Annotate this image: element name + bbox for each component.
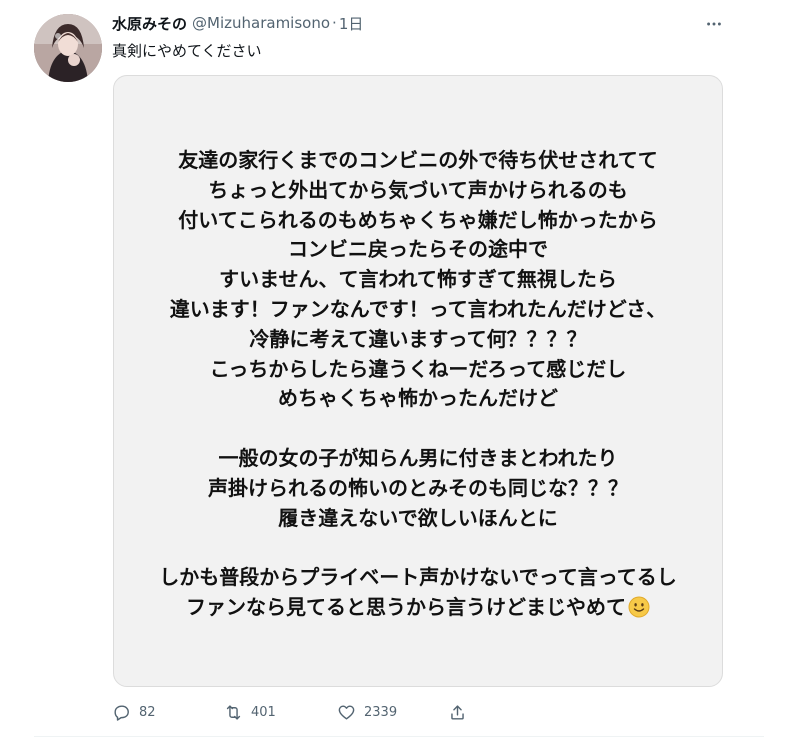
retweet-count: 401 [251, 704, 276, 720]
tweet-media-image[interactable]: 友達の家行くまでのコンビニの外で待ち伏せされてて ちょっと外出てから気づいて声かけ… [113, 75, 723, 687]
media-text-line: しかも普段からプライベート声かけないでって言ってるし [159, 565, 677, 590]
like-button[interactable]: 2339 [337, 700, 397, 724]
tweet-actions: 82 401 2339 [112, 700, 632, 724]
retweet-icon [224, 703, 243, 722]
share-icon [448, 703, 467, 722]
media-text-line: ちょっと外出てから気づいて声かけられるのも [208, 177, 628, 202]
avatar[interactable] [34, 14, 102, 82]
user-handle[interactable]: @Mizuharamisono [192, 14, 330, 32]
separator-dot: · [332, 14, 337, 32]
reply-count: 82 [139, 704, 156, 720]
more-icon[interactable] [704, 14, 724, 34]
retweet-button[interactable]: 401 [224, 700, 276, 724]
media-text-line: 履き違えないで欲しいほんとに [278, 505, 558, 530]
media-text-line: こっちからしたら違うくねーだろって感じだし [209, 356, 627, 381]
media-text-line: めちゃくちゃ怖かったんだけど [278, 386, 558, 411]
media-text-line: 声掛けられるの怖いのとみそのも同じな？？？ [208, 475, 628, 500]
media-text-block: 友達の家行くまでのコンビニの外で待ち伏せされてて ちょっと外出てから気づいて声かけ… [114, 146, 722, 623]
media-text-line: 付いてこられるのもめちゃくちゃ嫌だし怖かったから [178, 207, 658, 232]
media-text-blank-line [114, 414, 722, 444]
media-text-line: 違います！ファンなんです！って言われたんだけどさ、 [169, 296, 667, 321]
tweet-text: 真剣にやめてください [112, 42, 262, 60]
media-text-line: すいません、て言われて怖すぎて無視したら [219, 267, 617, 292]
tweet-header: 水原みその @Mizuharamisono · 1日 [112, 12, 363, 34]
like-count: 2339 [364, 704, 398, 720]
slightly-smiling-face-icon [628, 596, 650, 618]
tweet: 水原みその @Mizuharamisono · 1日 真剣にやめてください 友達… [0, 0, 800, 740]
heart-icon [337, 703, 356, 722]
media-text-blank-line [114, 533, 722, 563]
avatar-image [34, 14, 102, 82]
timestamp[interactable]: 1日 [339, 13, 364, 34]
divider [34, 736, 764, 737]
media-text-line: 一般の女の子が知らん男に付きまとわれたり [218, 445, 618, 470]
media-text-line: ファンなら見てると思うから言うけどまじやめて [114, 593, 722, 623]
share-button[interactable] [448, 700, 467, 724]
media-text-line: 冷静に考えて違いますって何？？？？ [249, 326, 587, 351]
reply-button[interactable]: 82 [112, 700, 156, 724]
display-name[interactable]: 水原みその [112, 13, 187, 34]
media-text-line: コンビニ戻ったらその途中で [288, 237, 548, 262]
media-text-line: 友達の家行くまでのコンビニの外で待ち伏せされてて [178, 148, 658, 172]
reply-icon [112, 703, 131, 722]
